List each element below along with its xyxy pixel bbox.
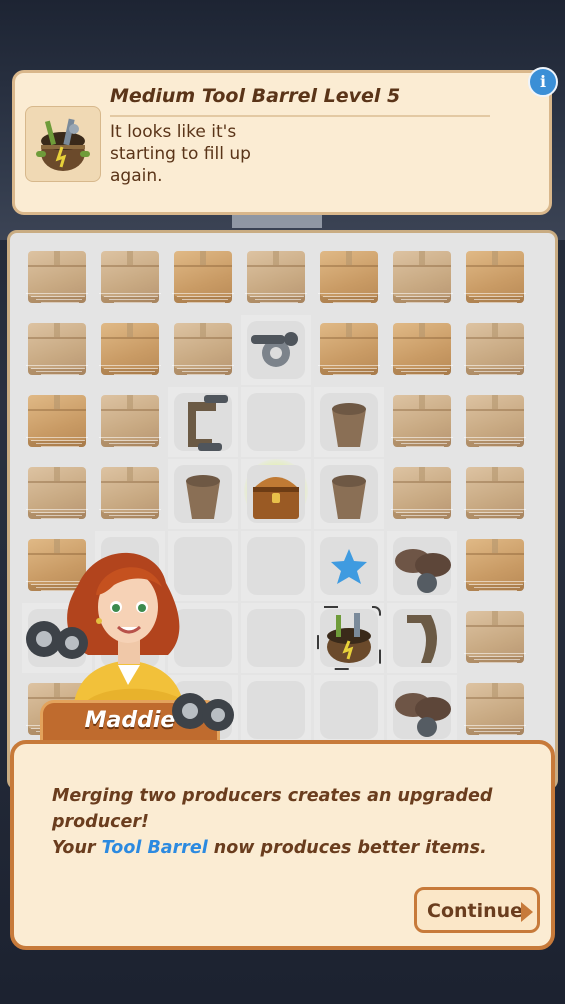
cardboard-box[interactable] [168, 315, 238, 385]
cobweb [22, 243, 92, 313]
cardboard-box[interactable] [95, 459, 165, 529]
bucket-icon [186, 475, 220, 519]
cobweb [387, 387, 457, 457]
cardboard-box[interactable] [460, 243, 530, 313]
empty-tile[interactable] [241, 675, 311, 745]
cobweb [460, 675, 530, 745]
cardboard-box[interactable] [95, 387, 165, 457]
tool-barrel-icon [317, 606, 381, 670]
cardboard-box[interactable] [168, 243, 238, 313]
cardboard-box[interactable] [241, 243, 311, 313]
cardboard-box[interactable] [387, 459, 457, 529]
cardboard-box[interactable] [314, 243, 384, 313]
item-info-panel: Medium Tool Barrel Level 5 It looks like… [12, 67, 558, 215]
cardboard-box[interactable] [22, 459, 92, 529]
board-item-clamp[interactable] [168, 387, 238, 457]
board-item-wheels[interactable] [22, 603, 92, 673]
cobweb [22, 387, 92, 457]
cobweb [387, 243, 457, 313]
cobweb [387, 315, 457, 385]
chevron-right-icon [521, 902, 533, 922]
bucket-icon [332, 475, 366, 519]
cobweb [460, 387, 530, 457]
cobweb [460, 531, 530, 601]
board-item-bucket[interactable] [314, 459, 384, 529]
empty-tile[interactable] [241, 531, 311, 601]
cobweb [460, 243, 530, 313]
cardboard-box[interactable] [460, 531, 530, 601]
empty-tile[interactable] [314, 675, 384, 745]
cobweb [314, 315, 384, 385]
cardboard-box[interactable] [387, 243, 457, 313]
board-item-gloves[interactable] [387, 675, 457, 745]
cobweb [95, 243, 165, 313]
clamp-icon [188, 395, 228, 451]
dialog-line-2: producer! [52, 812, 150, 832]
dialog-line-3: Your Tool Barrel now produces better ite… [52, 838, 487, 858]
cardboard-box[interactable] [387, 315, 457, 385]
cardboard-box[interactable] [460, 603, 530, 673]
cobweb [241, 243, 311, 313]
cobweb [22, 459, 92, 529]
cardboard-box[interactable] [22, 315, 92, 385]
continue-button[interactable]: Continue [414, 887, 540, 933]
background-window [232, 214, 322, 228]
cardboard-box[interactable] [460, 315, 530, 385]
gloves-icon [395, 549, 451, 593]
gloves-icon [395, 693, 451, 737]
info-icon[interactable]: i [528, 67, 558, 97]
board-item-bucket[interactable] [168, 459, 238, 529]
cobweb [95, 315, 165, 385]
board-item-blue-star[interactable] [314, 531, 384, 601]
cobweb [460, 459, 530, 529]
item-title: Medium Tool Barrel Level 5 [110, 85, 401, 107]
cardboard-box[interactable] [460, 675, 530, 745]
dialog-box: Merging two producers creates an upgrade… [10, 740, 555, 950]
cardboard-box[interactable] [22, 243, 92, 313]
cardboard-box[interactable] [95, 243, 165, 313]
cardboard-box[interactable] [95, 315, 165, 385]
tool-barrel-icon [25, 106, 101, 182]
continue-label: Continue [427, 900, 524, 922]
board-item-tool-barrel[interactable] [314, 603, 384, 673]
cobweb [460, 315, 530, 385]
cardboard-box[interactable] [460, 459, 530, 529]
tool-barrel-highlight: Tool Barrel [101, 838, 208, 858]
cobweb [168, 315, 238, 385]
wheels-icon [172, 693, 234, 731]
cobweb [22, 315, 92, 385]
wheels-icon [26, 621, 88, 659]
board-item-bucket[interactable] [314, 387, 384, 457]
board-item-handle[interactable] [387, 603, 457, 673]
board-item-chest[interactable] [241, 459, 311, 529]
chest-icon [253, 477, 299, 519]
handle-icon [407, 615, 437, 663]
dialog-line-3-prefix: Your [52, 838, 102, 858]
cardboard-box[interactable] [460, 387, 530, 457]
cobweb [314, 243, 384, 313]
cardboard-box[interactable] [314, 315, 384, 385]
board-item-gloves[interactable] [387, 531, 457, 601]
item-description: It looks like it's starting to fill up a… [110, 122, 251, 186]
title-divider [110, 115, 490, 117]
empty-tile[interactable] [241, 387, 311, 457]
cardboard-box[interactable] [387, 387, 457, 457]
empty-tile[interactable] [241, 603, 311, 673]
board-item-wrench-bolt[interactable] [241, 315, 311, 385]
cardboard-box[interactable] [22, 387, 92, 457]
bucket-icon [332, 403, 366, 447]
cobweb [387, 459, 457, 529]
dialog-line-1: Merging two producers creates an upgrade… [52, 786, 493, 806]
cobweb [95, 459, 165, 529]
blue-star-icon [331, 549, 367, 584]
cobweb [95, 387, 165, 457]
wrench-bolt-icon [251, 332, 298, 367]
cobweb [168, 243, 238, 313]
dialog-line-3-suffix: now produces better items. [207, 838, 487, 858]
board-item-wheels[interactable] [168, 675, 238, 745]
cobweb [460, 603, 530, 673]
